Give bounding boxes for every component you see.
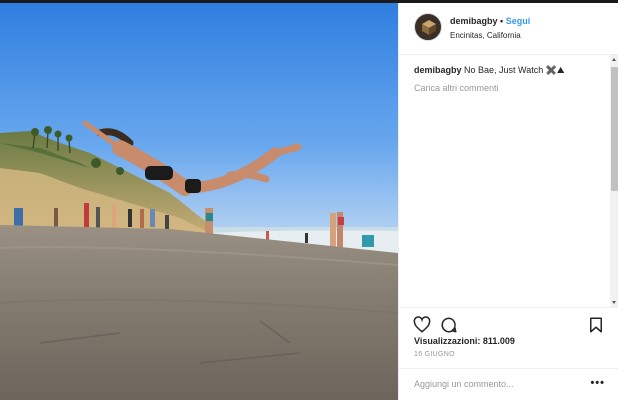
more-options-icon[interactable]: ••• <box>590 377 605 389</box>
post-actions <box>399 307 618 337</box>
comments-scrollbar[interactable] <box>610 55 618 307</box>
comment-input[interactable]: Aggiungi un commento... <box>414 379 514 389</box>
beach-photo <box>0 3 398 400</box>
comment-icon[interactable] <box>440 316 458 334</box>
post-video[interactable] <box>0 3 398 400</box>
add-comment-bar: Aggiungi un commento... ••• <box>399 368 618 400</box>
views-label: Visualizzazioni: <box>414 336 481 346</box>
post-date[interactable]: 16 GIUGNO <box>414 351 455 358</box>
separator-dot: • <box>500 16 504 26</box>
post-side-panel: demibagby • Segui Encinitas, California … <box>398 3 618 400</box>
load-more-comments-button[interactable]: Carica altri commenti <box>414 83 499 93</box>
caption-username[interactable]: demibagby <box>414 65 462 75</box>
caption-text: No Bae, Just Watch ✖️⛰ <box>464 65 565 75</box>
scrollbar-thumb[interactable] <box>611 67 618 191</box>
post-header: demibagby • Segui Encinitas, California <box>399 3 618 55</box>
comments-section: demibagby No Bae, Just Watch ✖️⛰ Carica … <box>399 55 618 307</box>
follow-button[interactable]: Segui <box>506 16 531 26</box>
username-link[interactable]: demibagby <box>450 16 498 26</box>
views-value: 811.009 <box>482 336 515 346</box>
avatar[interactable] <box>414 13 442 41</box>
post-author-line: demibagby • Segui <box>450 16 530 26</box>
scroll-down-arrow-icon[interactable] <box>612 301 616 304</box>
bookmark-icon[interactable] <box>587 316 605 334</box>
heart-icon[interactable] <box>413 316 431 334</box>
views-count: Visualizzazioni: 811.009 <box>414 336 515 346</box>
scroll-up-arrow-icon[interactable] <box>612 58 616 61</box>
cube-logo-icon <box>422 20 436 35</box>
location-link[interactable]: Encinitas, California <box>450 31 521 40</box>
post-caption: demibagby No Bae, Just Watch ✖️⛰ <box>414 65 565 76</box>
